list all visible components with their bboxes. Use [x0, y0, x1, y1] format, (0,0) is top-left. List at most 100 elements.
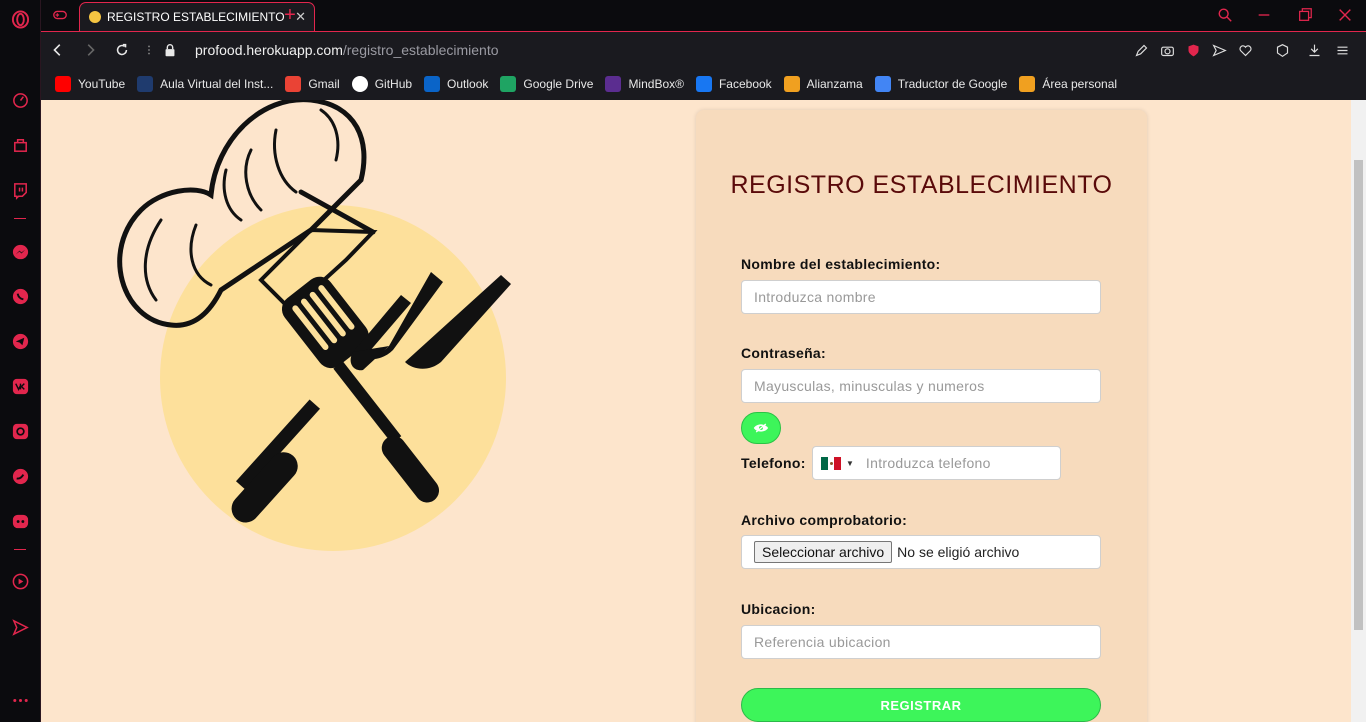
- opera-logo-icon[interactable]: [10, 9, 30, 29]
- yellow-circle: [160, 205, 506, 551]
- twitter-icon[interactable]: [10, 466, 30, 486]
- gamepad-icon[interactable]: [51, 6, 69, 24]
- player-icon[interactable]: [10, 571, 30, 591]
- location-label: Ubicacion:: [741, 601, 816, 617]
- url-host: profood.herokuapp.com: [195, 42, 343, 58]
- password-input[interactable]: Mayusculas, minusculas y numeros: [741, 369, 1101, 403]
- toggle-password-visibility-button[interactable]: [741, 412, 781, 444]
- shield-icon[interactable]: [1184, 41, 1202, 59]
- scrollbar-thumb[interactable]: [1354, 160, 1363, 630]
- messenger-icon[interactable]: [10, 242, 30, 262]
- telegram-icon[interactable]: [10, 331, 30, 351]
- address-bar: profood.herokuapp.com/registro_estableci…: [41, 31, 1366, 68]
- bookmark-github[interactable]: GitHub: [351, 76, 413, 92]
- mexico-flag-icon[interactable]: [821, 456, 842, 470]
- bookmark-label: Google Drive: [523, 77, 594, 91]
- google-drive-icon: [500, 76, 517, 92]
- easy-setup-icon[interactable]: [1333, 41, 1351, 59]
- minimize-icon[interactable]: [1255, 6, 1273, 24]
- file-status: No se eligió archivo: [897, 544, 1020, 560]
- vk-icon[interactable]: [10, 376, 30, 396]
- bookmark-gmail[interactable]: Gmail: [285, 76, 340, 92]
- bookmarks-bar: YouTube Aula Virtual del Inst... Gmail GitH…: [41, 68, 1366, 100]
- bookmark-label: Área personal: [1042, 77, 1118, 91]
- favicon-icon: [89, 11, 101, 23]
- edit-icon[interactable]: [1132, 41, 1150, 59]
- name-label: Nombre del establecimiento:: [741, 256, 941, 272]
- restore-icon[interactable]: [1296, 6, 1314, 24]
- speed-dial-icon[interactable]: [10, 90, 30, 110]
- tab-bar: REGISTRO ESTABLECIMIENTO ✕ +: [41, 0, 1366, 31]
- file-input[interactable]: Seleccionar archivo No se eligió archivo: [741, 535, 1101, 569]
- registration-card: REGISTRO ESTABLECIMIENTO Nombre del esta…: [696, 110, 1147, 722]
- alianzama-icon: [783, 76, 800, 92]
- page-scrollbar[interactable]: [1351, 100, 1366, 722]
- name-input[interactable]: Introduzca nombre: [741, 280, 1101, 314]
- chef-utensils-illustration: [117, 100, 511, 551]
- bookmark-alianzama[interactable]: Alianzama: [783, 76, 863, 92]
- tab-active[interactable]: REGISTRO ESTABLECIMIENTO ✕: [79, 2, 315, 31]
- phone-label: Telefono:: [741, 455, 806, 471]
- bookmark-outlook[interactable]: Outlook: [424, 76, 488, 92]
- facebook-icon: [695, 76, 712, 92]
- gmail-icon: [285, 76, 302, 92]
- whatsapp-icon[interactable]: [10, 286, 30, 306]
- bookmark-youtube[interactable]: YouTube: [55, 76, 125, 92]
- google-translate-icon: [874, 76, 891, 92]
- eye-slash-icon: [753, 423, 769, 433]
- url-field[interactable]: profood.herokuapp.com/registro_estableci…: [195, 42, 499, 58]
- bookmark-label: Alianzama: [806, 77, 863, 91]
- bookmark-label: Traductor de Google: [897, 77, 1008, 91]
- choose-file-button[interactable]: Seleccionar archivo: [754, 541, 893, 563]
- github-icon: [351, 76, 368, 92]
- bookmark-facebook[interactable]: Facebook: [695, 76, 772, 92]
- instagram-icon[interactable]: [10, 421, 30, 441]
- bookmark-label: GitHub: [374, 77, 413, 91]
- forward-icon[interactable]: [81, 41, 99, 59]
- more-options-icon[interactable]: [10, 690, 30, 710]
- menu-dots-icon[interactable]: [140, 41, 158, 59]
- aula-virtual-icon: [137, 76, 154, 92]
- send-icon[interactable]: [10, 617, 30, 637]
- extensions-icon[interactable]: [1273, 41, 1291, 59]
- bookmark-area-personal[interactable]: Área personal: [1019, 76, 1117, 92]
- register-button[interactable]: REGISTRAR: [741, 688, 1101, 722]
- location-input[interactable]: Referencia ubicacion: [741, 625, 1101, 659]
- close-window-icon[interactable]: [1336, 6, 1354, 24]
- bookmark-aula-virtual[interactable]: Aula Virtual del Inst...: [137, 76, 273, 92]
- browser-sidebar: [0, 0, 41, 722]
- file-label: Archivo comprobatorio:: [741, 512, 908, 528]
- new-tab-button[interactable]: +: [281, 4, 299, 26]
- outlook-icon: [424, 76, 441, 92]
- download-icon[interactable]: [1305, 41, 1323, 59]
- phone-input[interactable]: ▼ Introduzca telefono: [812, 446, 1061, 480]
- bookmark-label: Outlook: [447, 77, 489, 91]
- bookmark-label: Gmail: [308, 77, 340, 91]
- bookmark-mindbox[interactable]: MindBox®: [605, 76, 684, 92]
- url-path: /registro_establecimiento: [342, 42, 499, 58]
- lock-icon[interactable]: [161, 41, 179, 59]
- bookmark-label: YouTube: [78, 77, 126, 91]
- flow-send-icon[interactable]: [1210, 41, 1228, 59]
- back-icon[interactable]: [49, 41, 67, 59]
- area-personal-icon: [1019, 76, 1036, 92]
- workspaces-icon[interactable]: [10, 135, 30, 155]
- bookmark-google-drive[interactable]: Google Drive: [500, 76, 593, 92]
- phone-placeholder: Introduzca telefono: [865, 455, 991, 471]
- reload-icon[interactable]: [113, 41, 131, 59]
- discord-icon[interactable]: [10, 511, 30, 531]
- bookmark-label: Aula Virtual del Inst...: [160, 77, 274, 91]
- search-tabs-icon[interactable]: [1216, 6, 1234, 24]
- tab-title: REGISTRO ESTABLECIMIENTO: [107, 10, 285, 24]
- password-label: Contraseña:: [741, 345, 826, 361]
- country-dropdown-caret-icon[interactable]: ▼: [846, 459, 854, 468]
- bookmark-google-translate[interactable]: Traductor de Google: [874, 76, 1008, 92]
- twitch-icon[interactable]: [10, 180, 30, 200]
- bookmark-label: MindBox®: [628, 77, 684, 91]
- form-title: REGISTRO ESTABLECIMIENTO: [730, 171, 1113, 199]
- heart-icon[interactable]: [1236, 41, 1254, 59]
- page-content: REGISTRO ESTABLECIMIENTO Nombre del esta…: [41, 100, 1351, 722]
- youtube-icon: [55, 76, 71, 92]
- camera-icon[interactable]: [1158, 41, 1176, 59]
- mindbox-icon: [605, 76, 622, 92]
